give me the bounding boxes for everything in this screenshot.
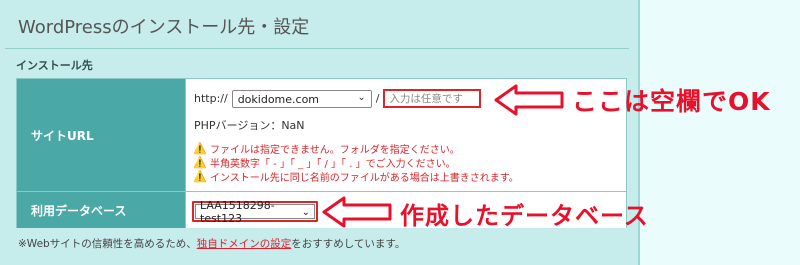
footnote: ※Webサイトの信頼性を高めるため、独自ドメインの設定をおすすめしています。 — [18, 236, 405, 251]
domain-select[interactable]: dokidome.com ⌄ — [231, 89, 372, 108]
site-url-label: サイトURL — [17, 79, 185, 191]
callout-created-database: 作成したデータベース — [400, 202, 649, 230]
database-select-box: LAA1518298-test123 ⌄ — [195, 199, 315, 225]
install-path-input[interactable]: 入力は任意です — [383, 89, 482, 108]
url-line: http:// dokidome.com ⌄ / 入力は任意です — [194, 89, 482, 108]
warning-icon: ⚠️ — [193, 169, 207, 183]
database-select-value: LAA1518298-test123 — [200, 198, 275, 225]
left-arrow-icon — [494, 84, 564, 116]
chevron-down-icon: ⌄ — [357, 91, 366, 103]
warning-item: ⚠️ ファイルは指定できません。フォルダを指定ください。 — [193, 141, 519, 156]
page-title: WordPressのインストール先・設定 — [18, 17, 310, 38]
warning-list: ⚠️ ファイルは指定できません。フォルダを指定ください。 ⚠️ 半角英数字「 -… — [193, 141, 519, 184]
left-arrow-icon — [322, 196, 392, 228]
warning-icon: ⚠️ — [193, 141, 207, 155]
footnote-suffix: をおすすめしています。 — [291, 238, 406, 250]
path-separator: / — [375, 92, 380, 105]
install-path-placeholder: 入力は任意です — [389, 93, 463, 105]
title-divider — [5, 48, 629, 49]
database-label: 利用データベース — [17, 192, 185, 228]
warning-item: ⚠️ インストール先に同じ名前のファイルがある場合は上書きされます。 — [193, 169, 519, 184]
warning-item: ⚠️ 半角英数字「 - 」「 _ 」「 / 」「 . 」でご入力ください。 — [193, 155, 519, 170]
warning-icon: ⚠️ — [193, 155, 207, 169]
php-version-text: PHPバージョン：NaN — [194, 119, 305, 132]
section-label: インストール先 — [16, 59, 93, 72]
chevron-down-icon: ⌄ — [301, 207, 310, 218]
warning-text: インストール先に同じ名前のファイルがある場合は上書きされます。 — [210, 172, 519, 184]
warning-text: 半角英数字「 - 」「 _ 」「 / 」「 . 」でご入力ください。 — [210, 158, 456, 170]
database-select[interactable]: LAA1518298-test123 ⌄ — [192, 199, 318, 225]
protocol-text: http:// — [194, 92, 228, 105]
custom-domain-link[interactable]: 独自ドメインの設定 — [197, 238, 292, 250]
footnote-prefix: ※Webサイトの信頼性を高めるため、 — [18, 238, 197, 250]
callout-path-optional: ここは空欄でOK — [572, 87, 771, 116]
warning-text: ファイルは指定できません。フォルダを指定ください。 — [210, 144, 460, 156]
domain-select-value: dokidome.com — [237, 92, 320, 106]
